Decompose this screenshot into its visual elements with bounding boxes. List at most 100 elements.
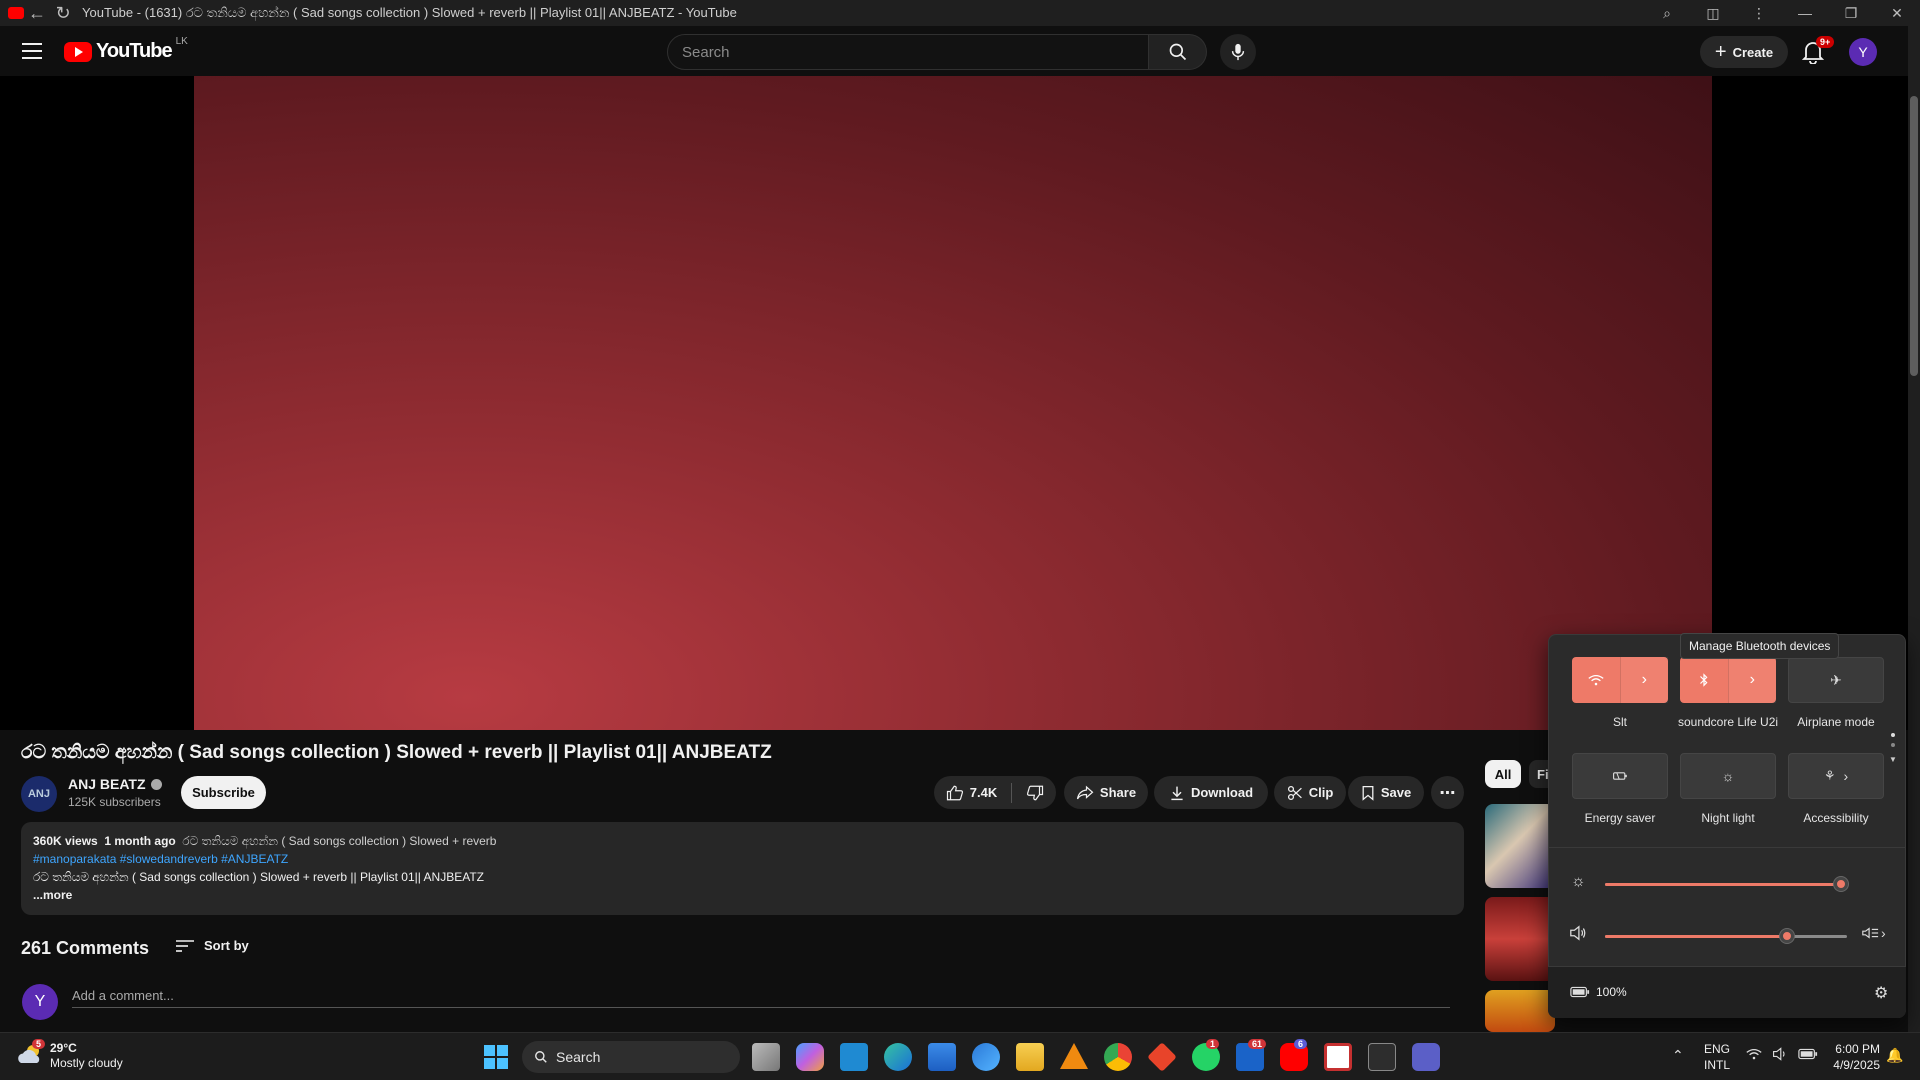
- airplane-tile[interactable]: ✈: [1788, 657, 1884, 703]
- bluetooth-expand[interactable]: ›: [1727, 657, 1776, 703]
- mail-badge: 61: [1248, 1039, 1267, 1049]
- weather-text[interactable]: 29°C Mostly cloudy: [50, 1041, 123, 1071]
- speaker-icon[interactable]: [1569, 925, 1587, 941]
- snipping-tool-icon[interactable]: [1324, 1043, 1352, 1071]
- wifi-label: Slt: [1612, 715, 1627, 729]
- zoom-icon[interactable]: ⌕: [1644, 0, 1690, 26]
- share-button[interactable]: Share: [1064, 776, 1148, 809]
- volume-slider-thumb[interactable]: [1780, 929, 1794, 943]
- create-button[interactable]: + Create: [1700, 36, 1788, 68]
- restore-icon[interactable]: ❐: [1828, 0, 1874, 26]
- related-video-thumbnail[interactable]: [1485, 897, 1555, 981]
- taskbar-search[interactable]: Search: [522, 1041, 740, 1073]
- like-icon[interactable]: [946, 784, 964, 802]
- audio-output-button[interactable]: ›: [1861, 925, 1886, 941]
- account-avatar[interactable]: Y: [1849, 38, 1877, 66]
- vscode-icon[interactable]: [840, 1043, 868, 1071]
- volume-slider-fill: [1605, 935, 1787, 938]
- bookmark-icon: [1362, 785, 1374, 801]
- extensions-icon[interactable]: ◫: [1690, 0, 1736, 26]
- vlc-icon[interactable]: [1060, 1043, 1088, 1069]
- show-more-link[interactable]: ...more: [33, 886, 1452, 904]
- wifi-tile[interactable]: ›: [1572, 657, 1668, 703]
- bluetooth-toggle[interactable]: [1680, 657, 1728, 703]
- energy-saver-tile[interactable]: [1572, 753, 1668, 799]
- chevron-down-icon[interactable]: ▼: [1889, 755, 1897, 764]
- video-frame[interactable]: [194, 76, 1712, 730]
- terminal-icon[interactable]: [1368, 1043, 1396, 1071]
- subscriber-count: 125K subscribers: [68, 795, 161, 809]
- weather-badge: 5: [32, 1039, 46, 1049]
- youtube-logo[interactable]: YouTube LK: [64, 36, 188, 63]
- brightness-slider-thumb[interactable]: [1834, 877, 1848, 891]
- language-bottom: INTL: [1704, 1058, 1731, 1072]
- clip-button[interactable]: Clip: [1274, 776, 1346, 809]
- back-icon[interactable]: ←: [24, 0, 50, 26]
- microsoft-store-icon[interactable]: [928, 1043, 956, 1071]
- bluetooth-tile[interactable]: ›: [1680, 657, 1776, 703]
- file-explorer-icon[interactable]: [1016, 1043, 1044, 1071]
- search-button[interactable]: [1149, 34, 1207, 70]
- edge-icon[interactable]: [884, 1043, 912, 1071]
- copilot-icon[interactable]: [796, 1043, 824, 1071]
- input-language[interactable]: ENG INTL: [1704, 1041, 1730, 1073]
- search-input[interactable]: [667, 34, 1149, 70]
- related-video-thumbnail[interactable]: [1485, 990, 1555, 1032]
- description-meta: 360K views 1 month ago රට තනියම අහන්න ( …: [33, 832, 1452, 850]
- help-app-icon[interactable]: [972, 1043, 1000, 1071]
- add-comment-input[interactable]: [72, 984, 1450, 1008]
- channel-name-row[interactable]: ANJ BEATZ: [68, 776, 162, 792]
- channel-name[interactable]: ANJ BEATZ: [68, 776, 146, 792]
- notification-center-icon[interactable]: 🔔: [1886, 1047, 1903, 1064]
- video-title: රට තනියම අහන්න ( Sad songs collection ) …: [21, 742, 772, 763]
- page-dot[interactable]: [1891, 743, 1895, 747]
- scissors-icon: [1287, 785, 1302, 800]
- channel-avatar[interactable]: ANJ: [21, 776, 57, 812]
- wifi-toggle[interactable]: [1572, 657, 1620, 703]
- clip-label: Clip: [1308, 785, 1334, 800]
- chip-all[interactable]: All: [1485, 760, 1521, 788]
- wifi-expand[interactable]: ›: [1619, 657, 1668, 703]
- microphone-icon: [1231, 43, 1245, 61]
- subscribe-button[interactable]: Subscribe: [181, 776, 266, 809]
- chrome-icon[interactable]: [1104, 1043, 1132, 1071]
- weather-temp: 29°C: [50, 1041, 77, 1055]
- night-light-tile[interactable]: ☼: [1680, 753, 1776, 799]
- scrollbar-thumb[interactable]: [1910, 96, 1918, 376]
- tray-status-group[interactable]: [1746, 1047, 1818, 1061]
- page-dot-active[interactable]: [1891, 733, 1895, 737]
- close-icon[interactable]: ✕: [1874, 0, 1920, 26]
- related-video-thumbnail[interactable]: [1485, 804, 1555, 888]
- airplane-icon: ✈: [1830, 671, 1842, 688]
- language-top: ENG: [1704, 1042, 1731, 1056]
- git-icon[interactable]: [1147, 1042, 1177, 1072]
- reload-icon[interactable]: ↻: [50, 0, 76, 26]
- more-actions-button[interactable]: ⋯: [1431, 776, 1464, 809]
- voice-search-button[interactable]: [1220, 34, 1256, 70]
- hashtags[interactable]: #manoparakata #slowedandreverb #ANJBEATZ: [33, 850, 1452, 868]
- download-button[interactable]: Download: [1154, 776, 1268, 809]
- sort-by-button[interactable]: Sort by: [176, 938, 249, 953]
- share-icon: [1076, 785, 1094, 799]
- teams-icon[interactable]: [1412, 1043, 1440, 1071]
- weather-description: Mostly cloudy: [50, 1056, 123, 1070]
- tray-overflow-icon[interactable]: ⌃: [1672, 1047, 1684, 1064]
- start-button[interactable]: [484, 1045, 508, 1069]
- youtube-app-badge: 6: [1294, 1039, 1308, 1049]
- search-icon: [1169, 43, 1186, 61]
- accessibility-tile[interactable]: ⚘ ›: [1788, 753, 1884, 799]
- save-button[interactable]: Save: [1348, 776, 1424, 809]
- description-box[interactable]: 360K views 1 month ago රට තනියම අහන්න ( …: [21, 822, 1464, 915]
- sort-icon: [176, 939, 194, 952]
- battery-status[interactable]: 100%: [1570, 985, 1627, 999]
- energy-saver-icon: [1613, 772, 1627, 780]
- dislike-icon[interactable]: [1026, 784, 1044, 802]
- minimize-icon[interactable]: —: [1782, 0, 1828, 26]
- settings-gear-icon[interactable]: ⚙: [1874, 983, 1888, 1003]
- clock[interactable]: 6:00 PM 4/9/2025: [1826, 1041, 1880, 1073]
- download-icon: [1171, 786, 1183, 800]
- browser-menu-icon[interactable]: ⋮: [1736, 0, 1782, 26]
- like-count[interactable]: 7.4K: [970, 785, 997, 800]
- task-view-icon[interactable]: [752, 1043, 780, 1071]
- menu-icon[interactable]: [20, 40, 44, 62]
